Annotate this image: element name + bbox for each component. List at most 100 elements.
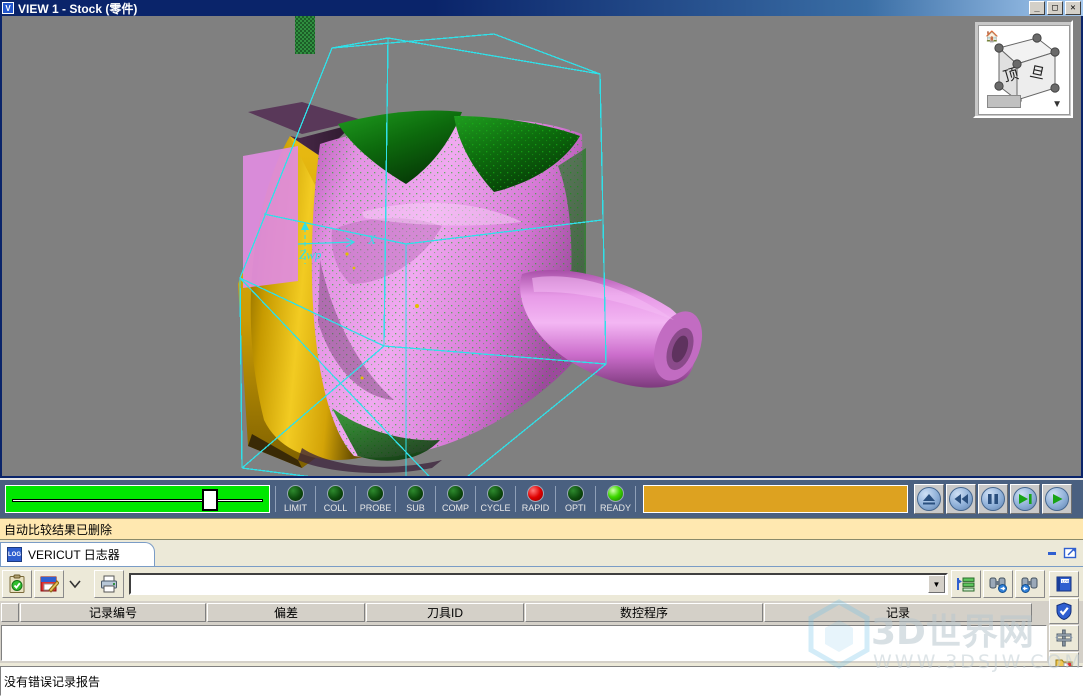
print-log-button[interactable] — [94, 570, 124, 598]
3d-viewport[interactable]: Zwp X 🏠 旦 顶 ▼ — [2, 16, 1081, 476]
machine-button[interactable] — [1049, 625, 1079, 651]
z-axis-label: Zwp — [299, 247, 322, 262]
status-lamp-coll[interactable]: COLL — [317, 485, 354, 513]
lamp-indicator — [407, 485, 424, 502]
log-status-bar: 没有错误记录报告 — [0, 666, 1083, 696]
column-header-record-id[interactable]: 记录编号 — [20, 603, 206, 622]
log-book-button[interactable]: LOG — [1049, 571, 1079, 597]
find-next-button[interactable] — [983, 570, 1013, 598]
slider-thumb[interactable] — [202, 489, 218, 511]
clipboard-check-button[interactable] — [2, 570, 32, 598]
lamp-indicator — [487, 485, 504, 502]
list-filter-button[interactable] — [951, 570, 981, 598]
status-lamp-probe[interactable]: PROBE — [357, 485, 394, 513]
vericut-application: V VIEW 1 - Stock (零件) _ □ ✕ Zwp X 🏠 旦 顶 … — [0, 0, 1083, 696]
column-header-tool-id[interactable]: 刀具ID — [366, 603, 524, 622]
view-cube-widget[interactable]: 🏠 旦 顶 ▼ — [973, 20, 1073, 118]
lamp-divider — [635, 486, 636, 512]
status-lamp-sub[interactable]: SUB — [397, 485, 434, 513]
eject-triangle-icon — [917, 487, 941, 511]
maximize-button[interactable]: □ — [1047, 1, 1063, 15]
home-icon[interactable]: 🏠 — [985, 30, 999, 43]
reset-button[interactable] — [914, 484, 944, 514]
chevron-down-icon[interactable]: ▼ — [1052, 99, 1062, 110]
lamp-divider — [355, 486, 356, 512]
lamp-indicator — [327, 485, 344, 502]
log-tab-row: LOG VERICUT 日志器 — [0, 540, 1083, 567]
slider-track — [12, 499, 263, 502]
status-lamp-limit[interactable]: LIMIT — [277, 485, 314, 513]
shield-check-icon — [1056, 602, 1072, 621]
step-button[interactable] — [1010, 484, 1040, 514]
lamp-indicator — [367, 485, 384, 502]
column-header-deviation[interactable]: 偏差 — [207, 603, 365, 622]
lamp-label: PROBE — [359, 503, 392, 513]
save-log-button[interactable] — [34, 570, 64, 598]
step-forward-icon — [1013, 487, 1037, 511]
status-lamp-opti[interactable]: OPTI — [557, 485, 594, 513]
window-controls: _ □ ✕ — [1029, 1, 1081, 15]
lamp-divider — [555, 486, 556, 512]
log-search-combo[interactable]: ▼ — [129, 573, 948, 595]
lamp-indicator — [567, 485, 584, 502]
minimize-button[interactable]: _ — [1029, 1, 1045, 15]
log-table-body[interactable] — [1, 625, 1047, 661]
status-lamp-group: LIMIT COLL PROBE SUB COMP CYCLE RAPID OP… — [274, 481, 637, 517]
status-lamp-rapid[interactable]: RAPID — [517, 485, 554, 513]
find-prev-button[interactable] — [1015, 570, 1045, 598]
lamp-label: SUB — [406, 503, 425, 513]
column-header-nc-program[interactable]: 数控程序 — [525, 603, 763, 622]
printer-icon — [101, 575, 117, 593]
save-dropdown-button[interactable] — [66, 570, 84, 598]
speed-slider[interactable] — [5, 485, 270, 513]
row-selector-header — [1, 603, 19, 622]
status-lamp-cycle[interactable]: CYCLE — [477, 485, 514, 513]
list-filter-icon — [957, 577, 975, 592]
lamp-divider — [595, 486, 596, 512]
machine-icon — [1055, 629, 1073, 647]
column-header-record[interactable]: 记录 — [764, 603, 1032, 622]
verify-shield-button[interactable] — [1049, 598, 1079, 624]
log-table-header: 记录编号 偏差 刀具ID 数控程序 记录 — [1, 601, 1083, 623]
lamp-divider — [275, 486, 276, 512]
lamp-divider — [475, 486, 476, 512]
svg-text:LOG: LOG — [1062, 579, 1070, 583]
status-lamp-ready[interactable]: READY — [597, 485, 634, 513]
view-cube-inner[interactable]: 🏠 旦 顶 ▼ — [978, 25, 1070, 115]
pause-button[interactable] — [978, 484, 1008, 514]
lamp-label: COMP — [442, 503, 469, 513]
view-window-titlebar[interactable]: V VIEW 1 - Stock (零件) _ □ ✕ — [0, 0, 1083, 16]
progress-bar — [643, 485, 908, 513]
rewind-button[interactable] — [946, 484, 976, 514]
lamp-label: READY — [599, 503, 631, 513]
tab-vericut-log[interactable]: LOG VERICUT 日志器 — [0, 542, 155, 566]
lamp-divider — [395, 486, 396, 512]
lamp-label: COLL — [323, 503, 348, 513]
close-button[interactable]: ✕ — [1065, 1, 1081, 15]
clipboard-check-icon — [9, 574, 25, 593]
stock-model-render: Zwp X — [2, 16, 1081, 476]
lamp-divider — [315, 486, 316, 512]
status-text: 没有错误记录报告 — [4, 674, 101, 689]
log-panel-window-buttons — [1044, 544, 1079, 560]
x-axis-label: X — [367, 232, 377, 247]
log-search-input[interactable] — [131, 574, 928, 594]
lamp-label: LIMIT — [283, 503, 307, 513]
save-disk-icon — [40, 576, 59, 593]
binoculars-next-icon — [989, 577, 1007, 593]
log-panel: LOG VERICUT 日志器 ▼ 记录编号 偏差 刀具ID 数控程序 记录 L… — [0, 540, 1083, 696]
view-window: V VIEW 1 - Stock (零件) _ □ ✕ Zwp X 🏠 旦 顶 … — [0, 0, 1083, 478]
lamp-label: OPTI — [564, 503, 586, 513]
binoculars-prev-icon — [1021, 577, 1038, 593]
status-lamp-comp[interactable]: COMP — [437, 485, 474, 513]
lamp-divider — [435, 486, 436, 512]
panel-minimize-button[interactable] — [1044, 544, 1060, 560]
chevron-down-icon — [69, 580, 81, 589]
view-cube-swatch[interactable] — [987, 95, 1021, 108]
panel-restore-button[interactable] — [1063, 544, 1079, 560]
chevron-down-icon[interactable]: ▼ — [928, 575, 945, 593]
lamp-label: CYCLE — [480, 503, 511, 513]
log-icon: LOG — [7, 547, 22, 562]
simulation-control-bar: LIMIT COLL PROBE SUB COMP CYCLE RAPID OP… — [0, 478, 1083, 518]
play-button[interactable] — [1042, 484, 1072, 514]
